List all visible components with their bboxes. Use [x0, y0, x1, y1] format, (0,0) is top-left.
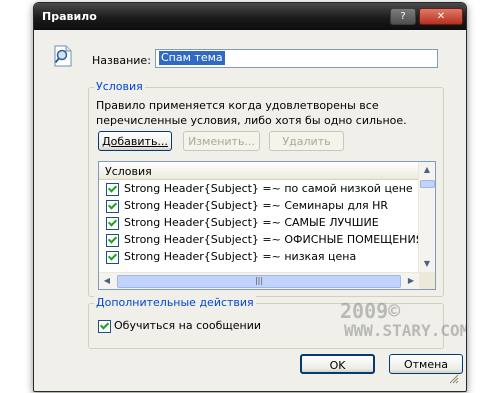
condition-checkbox[interactable] — [106, 251, 119, 264]
watermark: 2009© WWW.STARY.COM — [340, 299, 467, 341]
condition-text: Strong Header{Subject} =~ ОФИСНЫЕ ПОМЕЩЕ… — [124, 233, 424, 246]
condition-text: Strong Header{Subject} =~ Семинары для H… — [124, 199, 389, 212]
column-header-label: Условия — [105, 165, 152, 178]
watermark-line-2: WWW.STARY.COM — [344, 321, 467, 340]
window-title: Правило — [42, 10, 97, 23]
name-label: Название: — [92, 54, 151, 67]
conditions-list[interactable]: Условия Strong Header{Subject} =~ по сам… — [98, 161, 436, 290]
add-button-label: Добавить... — [102, 135, 168, 148]
condition-checkbox[interactable] — [106, 183, 119, 196]
delete-button-label: Удалить — [282, 135, 331, 148]
edit-button-label: Изменить... — [188, 135, 255, 148]
vertical-scrollbar[interactable]: ▲ ▼ — [418, 162, 435, 272]
help-button[interactable]: ? — [390, 8, 416, 25]
conditions-description: Правило применяется когда удовлетворены … — [96, 99, 407, 127]
column-header-conditions[interactable]: Условия — [99, 162, 418, 180]
cancel-button-label: Отмена — [403, 358, 449, 371]
learn-checkbox[interactable] — [98, 320, 111, 333]
scroll-up-icon[interactable]: ▲ — [419, 162, 435, 178]
name-input-value: Спам тема — [159, 51, 225, 65]
learn-checkbox-label[interactable]: Обучиться на сообщении — [114, 319, 261, 332]
condition-checkbox[interactable] — [106, 234, 119, 247]
vertical-scroll-thumb[interactable] — [420, 180, 435, 188]
conditions-legend: Условия — [94, 80, 145, 93]
condition-row[interactable]: Strong Header{Subject} =~ ОФИСНЫЕ ПОМЕЩЕ… — [99, 231, 423, 248]
condition-text: Strong Header{Subject} =~ низкая цена — [124, 250, 357, 263]
condition-checkbox[interactable] — [106, 217, 119, 230]
delete-condition-button[interactable]: Удалить — [269, 131, 344, 151]
add-condition-button[interactable]: Добавить... — [98, 131, 172, 151]
dialog-body: Название: Спам тема Условия Правило прим… — [40, 31, 466, 385]
title-bar[interactable]: Правило ? ✕ — [34, 3, 466, 30]
close-icon: ✕ — [436, 11, 446, 22]
rule-dialog: Правило ? ✕ Название: Спам тема Условия … — [33, 2, 467, 392]
condition-row[interactable]: Strong Header{Subject} =~ низкая цена — [99, 248, 418, 265]
condition-row[interactable]: Strong Header{Subject} =~ САМЫЕ ЛУЧШИЕ — [99, 214, 418, 231]
condition-row[interactable]: Strong Header{Subject} =~ Семинары для H… — [99, 197, 418, 214]
conditions-group: Условия Правило применяется когда удовле… — [88, 80, 444, 297]
scroll-corner — [419, 273, 435, 289]
ok-button[interactable]: OK — [300, 354, 375, 374]
scroll-down-icon[interactable]: ▼ — [419, 256, 435, 272]
scroll-left-icon[interactable]: ◀ — [99, 273, 115, 289]
watermark-line-1: 2009© — [340, 299, 401, 323]
condition-checkbox[interactable] — [106, 200, 119, 213]
horizontal-scroll-thumb[interactable]: ||| — [117, 275, 401, 288]
cancel-button[interactable]: Отмена — [389, 354, 463, 374]
name-input[interactable]: Спам тема — [155, 49, 438, 68]
scroll-right-icon[interactable]: ▶ — [403, 273, 419, 289]
condition-row[interactable]: Strong Header{Subject} =~ по самой низко… — [99, 180, 418, 197]
rule-search-icon — [54, 45, 72, 67]
help-icon: ? — [400, 11, 406, 22]
horizontal-scrollbar[interactable]: ◀ ||| ▶ — [99, 272, 435, 289]
condition-text: Strong Header{Subject} =~ по самой низко… — [124, 182, 413, 195]
condition-text: Strong Header{Subject} =~ САМЫЕ ЛУЧШИЕ — [124, 216, 379, 229]
close-button[interactable]: ✕ — [419, 8, 463, 25]
extra-actions-legend: Дополнительные действия — [94, 296, 256, 309]
resize-grip-icon[interactable] — [449, 374, 459, 384]
edit-condition-button[interactable]: Изменить... — [183, 131, 260, 151]
ok-button-label: OK — [329, 359, 346, 372]
